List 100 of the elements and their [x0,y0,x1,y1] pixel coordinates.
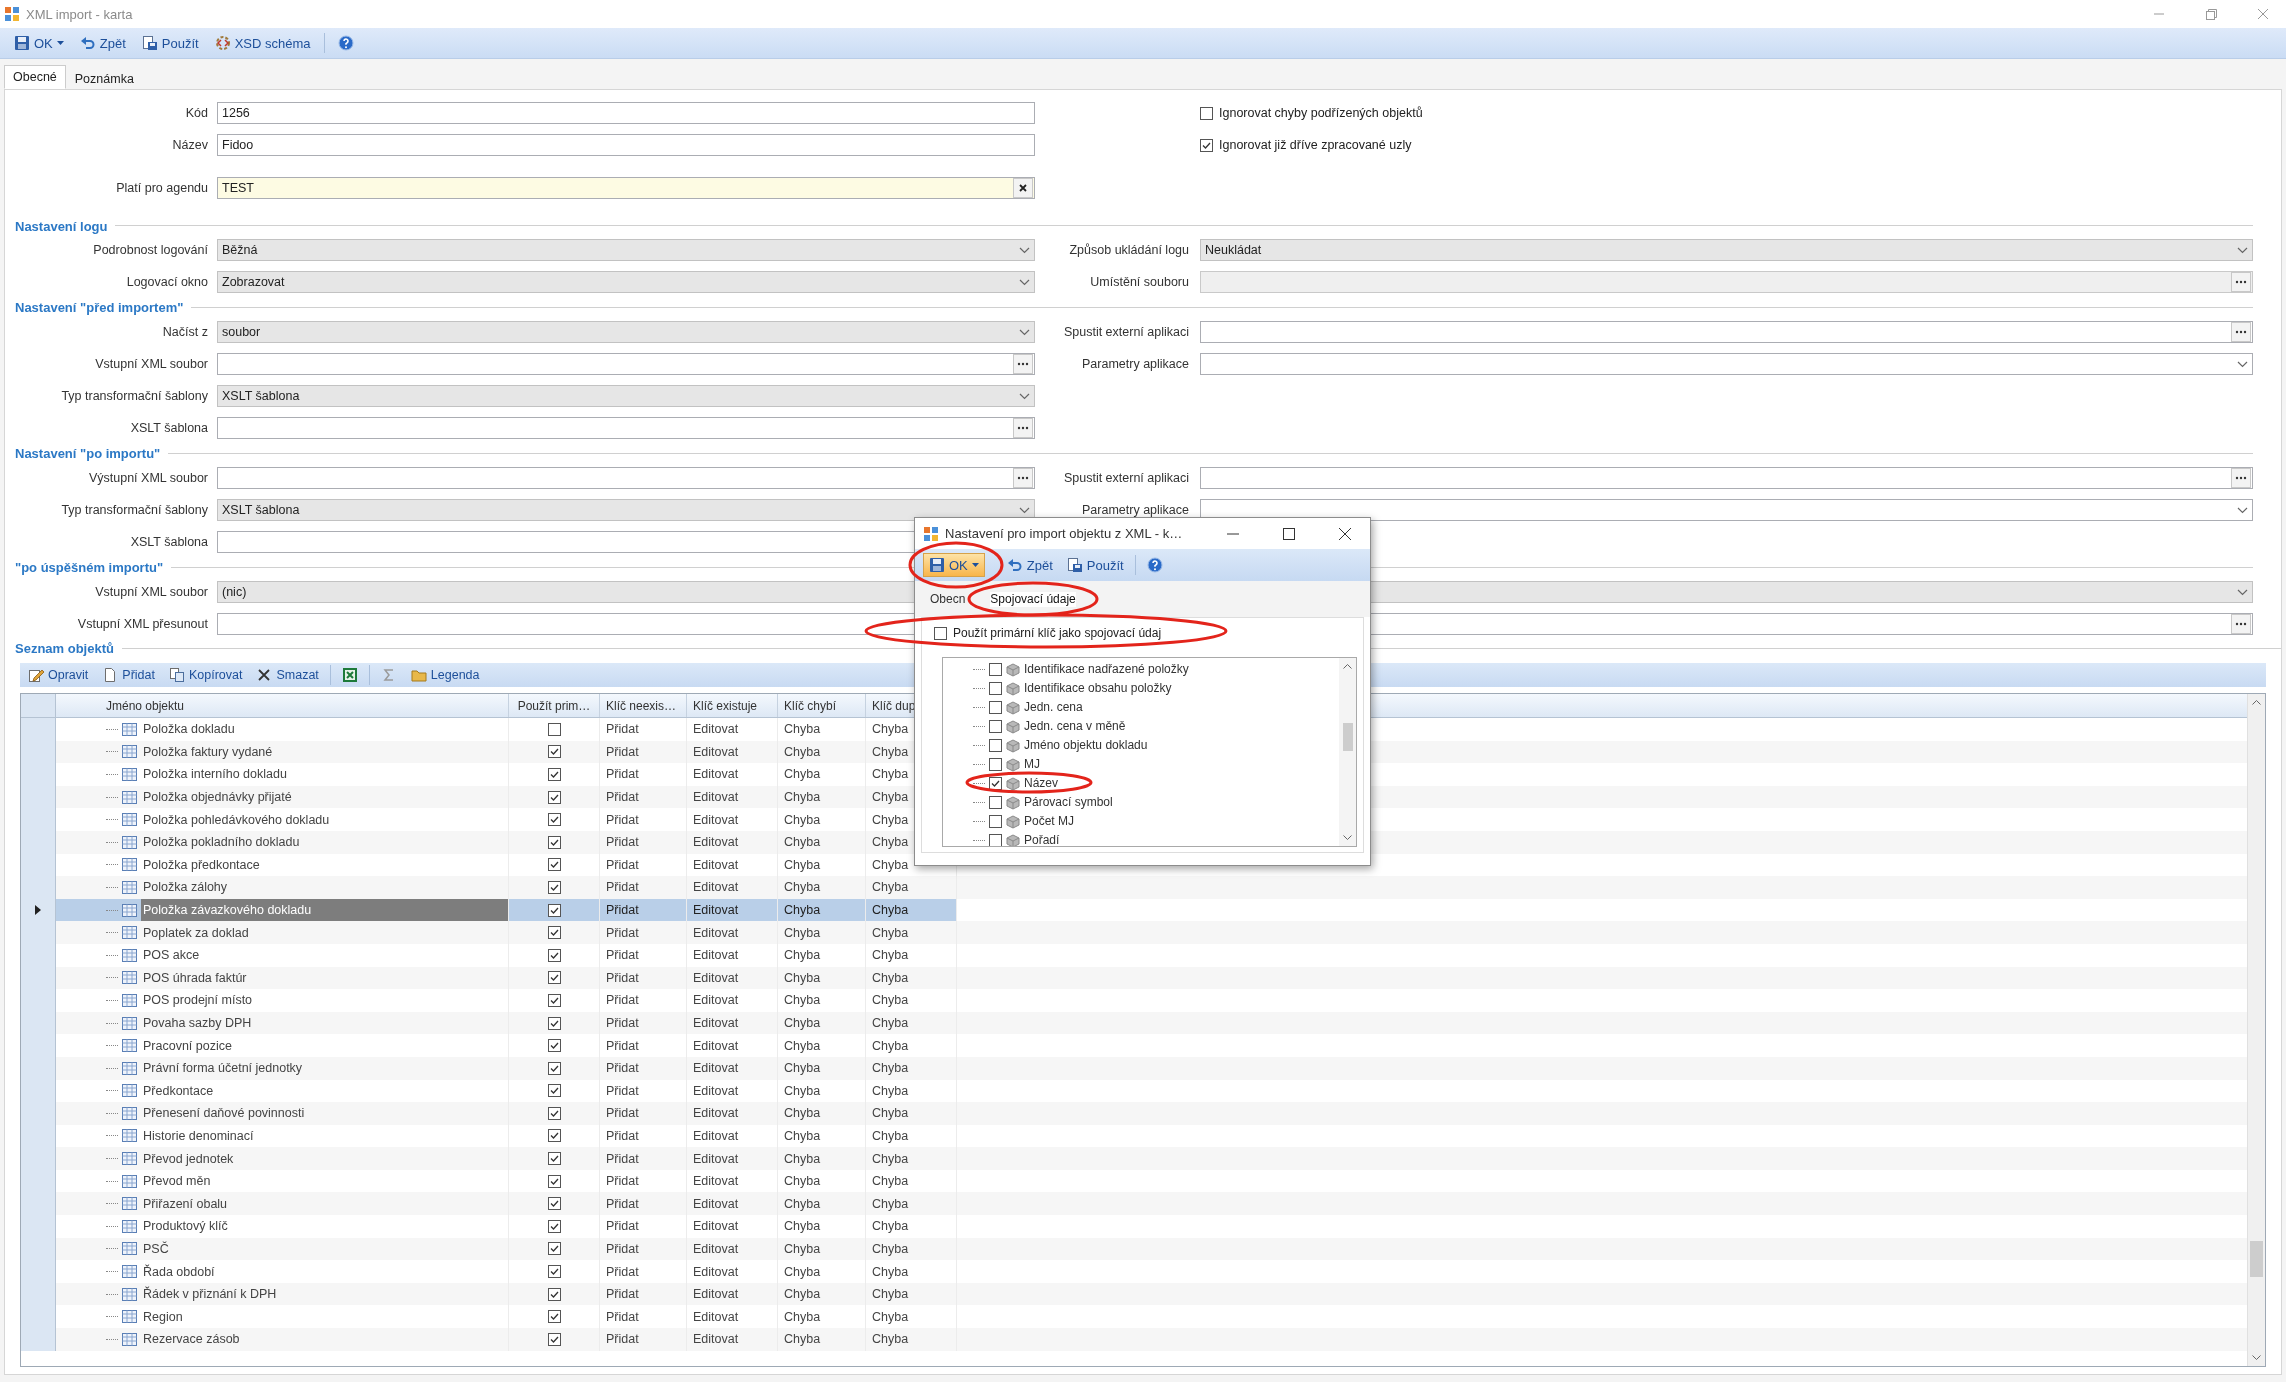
section-title: Nastavení "po importu" [15,445,161,461]
table-cell: Přidat [600,718,687,741]
table-cell-text: Přiřazení obalu [142,1195,229,1213]
table-cell: Přidat [600,1056,687,1080]
table-cell: Editovat [687,718,778,741]
table-cell-text: Povaha sazby DPH [142,1015,253,1032]
table-cell: Přidat [600,921,687,944]
table-cell: Přidat [600,943,687,967]
table-cell: Editovat [687,1056,778,1080]
table-cell: Editovat [687,989,778,1012]
table-cell-text: Historie denominací [142,1128,255,1145]
table-cell: Editovat [687,1260,778,1283]
field-label: Logovací okno [125,274,209,291]
checkbox-label: Ignorovat již dříve zpracované uzly [1219,138,1412,152]
table-cell-text: Rezervace zásob [142,1331,241,1349]
table-cell: Chyba [778,808,866,831]
table-cell: Přidat [600,1328,687,1351]
table-cell: Přidat [600,808,687,831]
field-label: Podrobnost logování [92,242,209,259]
table-cell-text: Položka objednávky přijaté [142,789,293,807]
table-cell: Přidat [600,876,687,899]
table-cell: Chyba [866,1034,957,1057]
table-cell: Chyba [866,898,957,922]
table-cell-text: Položka pohledávkového dokladu [142,811,331,829]
table-cell: Přidat [600,1260,687,1283]
checkbox-label: Ignorovat chyby podřízených objektů [1219,106,1423,120]
field-label: Spustit externí aplikaci [1062,470,1190,487]
table-cell-text: Položka pokladního dokladu [142,834,301,852]
field-label: Parametry aplikace [1081,356,1190,373]
table-cell-text: Položka faktury vydané [142,743,274,761]
table-cell: Chyba [778,876,866,899]
table-cell: Chyba [866,989,957,1012]
field-label: Platí pro agendu [115,180,209,197]
table-cell: Chyba [778,1056,866,1080]
field-label: Vstupní XML soubor [94,584,209,601]
checkbox-label: Použít primární klíč jako spojovací údaj [953,626,1162,640]
table-cell: Chyba [778,1034,866,1057]
table-cell: Chyba [866,943,957,967]
table-cell: Přidat [600,830,687,854]
table-cell-text: Převod jednotek [142,1150,235,1168]
table-cell-text: Region [142,1308,184,1326]
table-cell-text: POS akce [142,947,201,965]
field-label: Výstupní XML soubor [87,470,209,487]
table-cell: Chyba [778,898,866,922]
table-cell: Editovat [687,763,778,786]
table-cell: Přidat [600,763,687,786]
table-cell: Chyba [866,1102,957,1125]
table-cell: Chyba [778,763,866,786]
table-cell: Přidat [600,1215,687,1238]
table-cell: Chyba [866,1056,957,1080]
table-cell: Přidat [600,898,687,922]
table-cell: Editovat [687,1147,778,1170]
table-cell: Editovat [687,921,778,944]
table-cell: Chyba [866,1260,957,1283]
table-cell: Chyba [866,921,957,944]
table-cell: Editovat [687,808,778,831]
field-label: Typ transformační šablony [60,388,209,405]
table-cell: Přidat [600,1034,687,1057]
table-cell: Chyba [778,943,866,967]
dialog-title: Nastavení pro import objektu z XML - k… [945,526,1183,541]
field-label: Načíst z [161,324,209,341]
table-cell: Editovat [687,1215,778,1238]
table-cell-text: Produktový klíč [142,1218,229,1236]
section-title: "po úspěšném importu" [15,559,164,575]
table-cell: Přidat [600,989,687,1012]
table-cell: Chyba [866,1147,957,1170]
table-cell: Editovat [687,830,778,854]
table-cell: Chyba [866,1328,957,1351]
section-title: Nastavení logu [15,219,108,234]
field-label: Spustit externí aplikaci [1062,324,1190,341]
table-cell: Chyba [778,1328,866,1351]
section-title: Seznam objektů [15,640,114,656]
table-cell-text: Pracovní pozice [142,1037,233,1055]
table-cell-text: Položka interního dokladu [142,766,288,784]
table-cell: Chyba [778,1147,866,1170]
table-cell-text: Právní forma účetní jednotky [142,1060,304,1078]
field-label: Typ transformační šablony [60,502,209,519]
table-cell-text: PSČ [142,1240,170,1258]
table-cell: Editovat [687,1034,778,1057]
table-cell-text: Položka zálohy [142,879,229,897]
table-cell-text: Řádek v přiznání k DPH [142,1285,278,1304]
table-cell: Chyba [778,718,866,741]
field-label: Kód [184,105,209,122]
table-cell-text: POS úhrada faktúr [142,969,248,987]
field-label: Vstupní XML soubor [94,356,209,373]
table-cell: Chyba [778,989,866,1012]
table-cell: Editovat [687,876,778,899]
field-label: Parametry aplikace [1081,502,1190,519]
table-cell: Editovat [687,1328,778,1351]
table-cell: Editovat [687,943,778,967]
table-cell-text: Poplatek za doklad [142,924,250,942]
table-cell-text: Řada období [142,1263,216,1281]
table-cell-text: Předkontace [142,1082,215,1100]
field-label: Název [171,137,209,154]
table-cell-text: Položka předkontace [142,856,261,874]
section-title: Nastavení "před importem" [15,299,184,315]
table-cell: Chyba [778,1215,866,1238]
table-cell: Přidat [600,1102,687,1125]
table-cell-text: POS prodejní místo [142,992,254,1010]
table-cell: Chyba [866,876,957,899]
